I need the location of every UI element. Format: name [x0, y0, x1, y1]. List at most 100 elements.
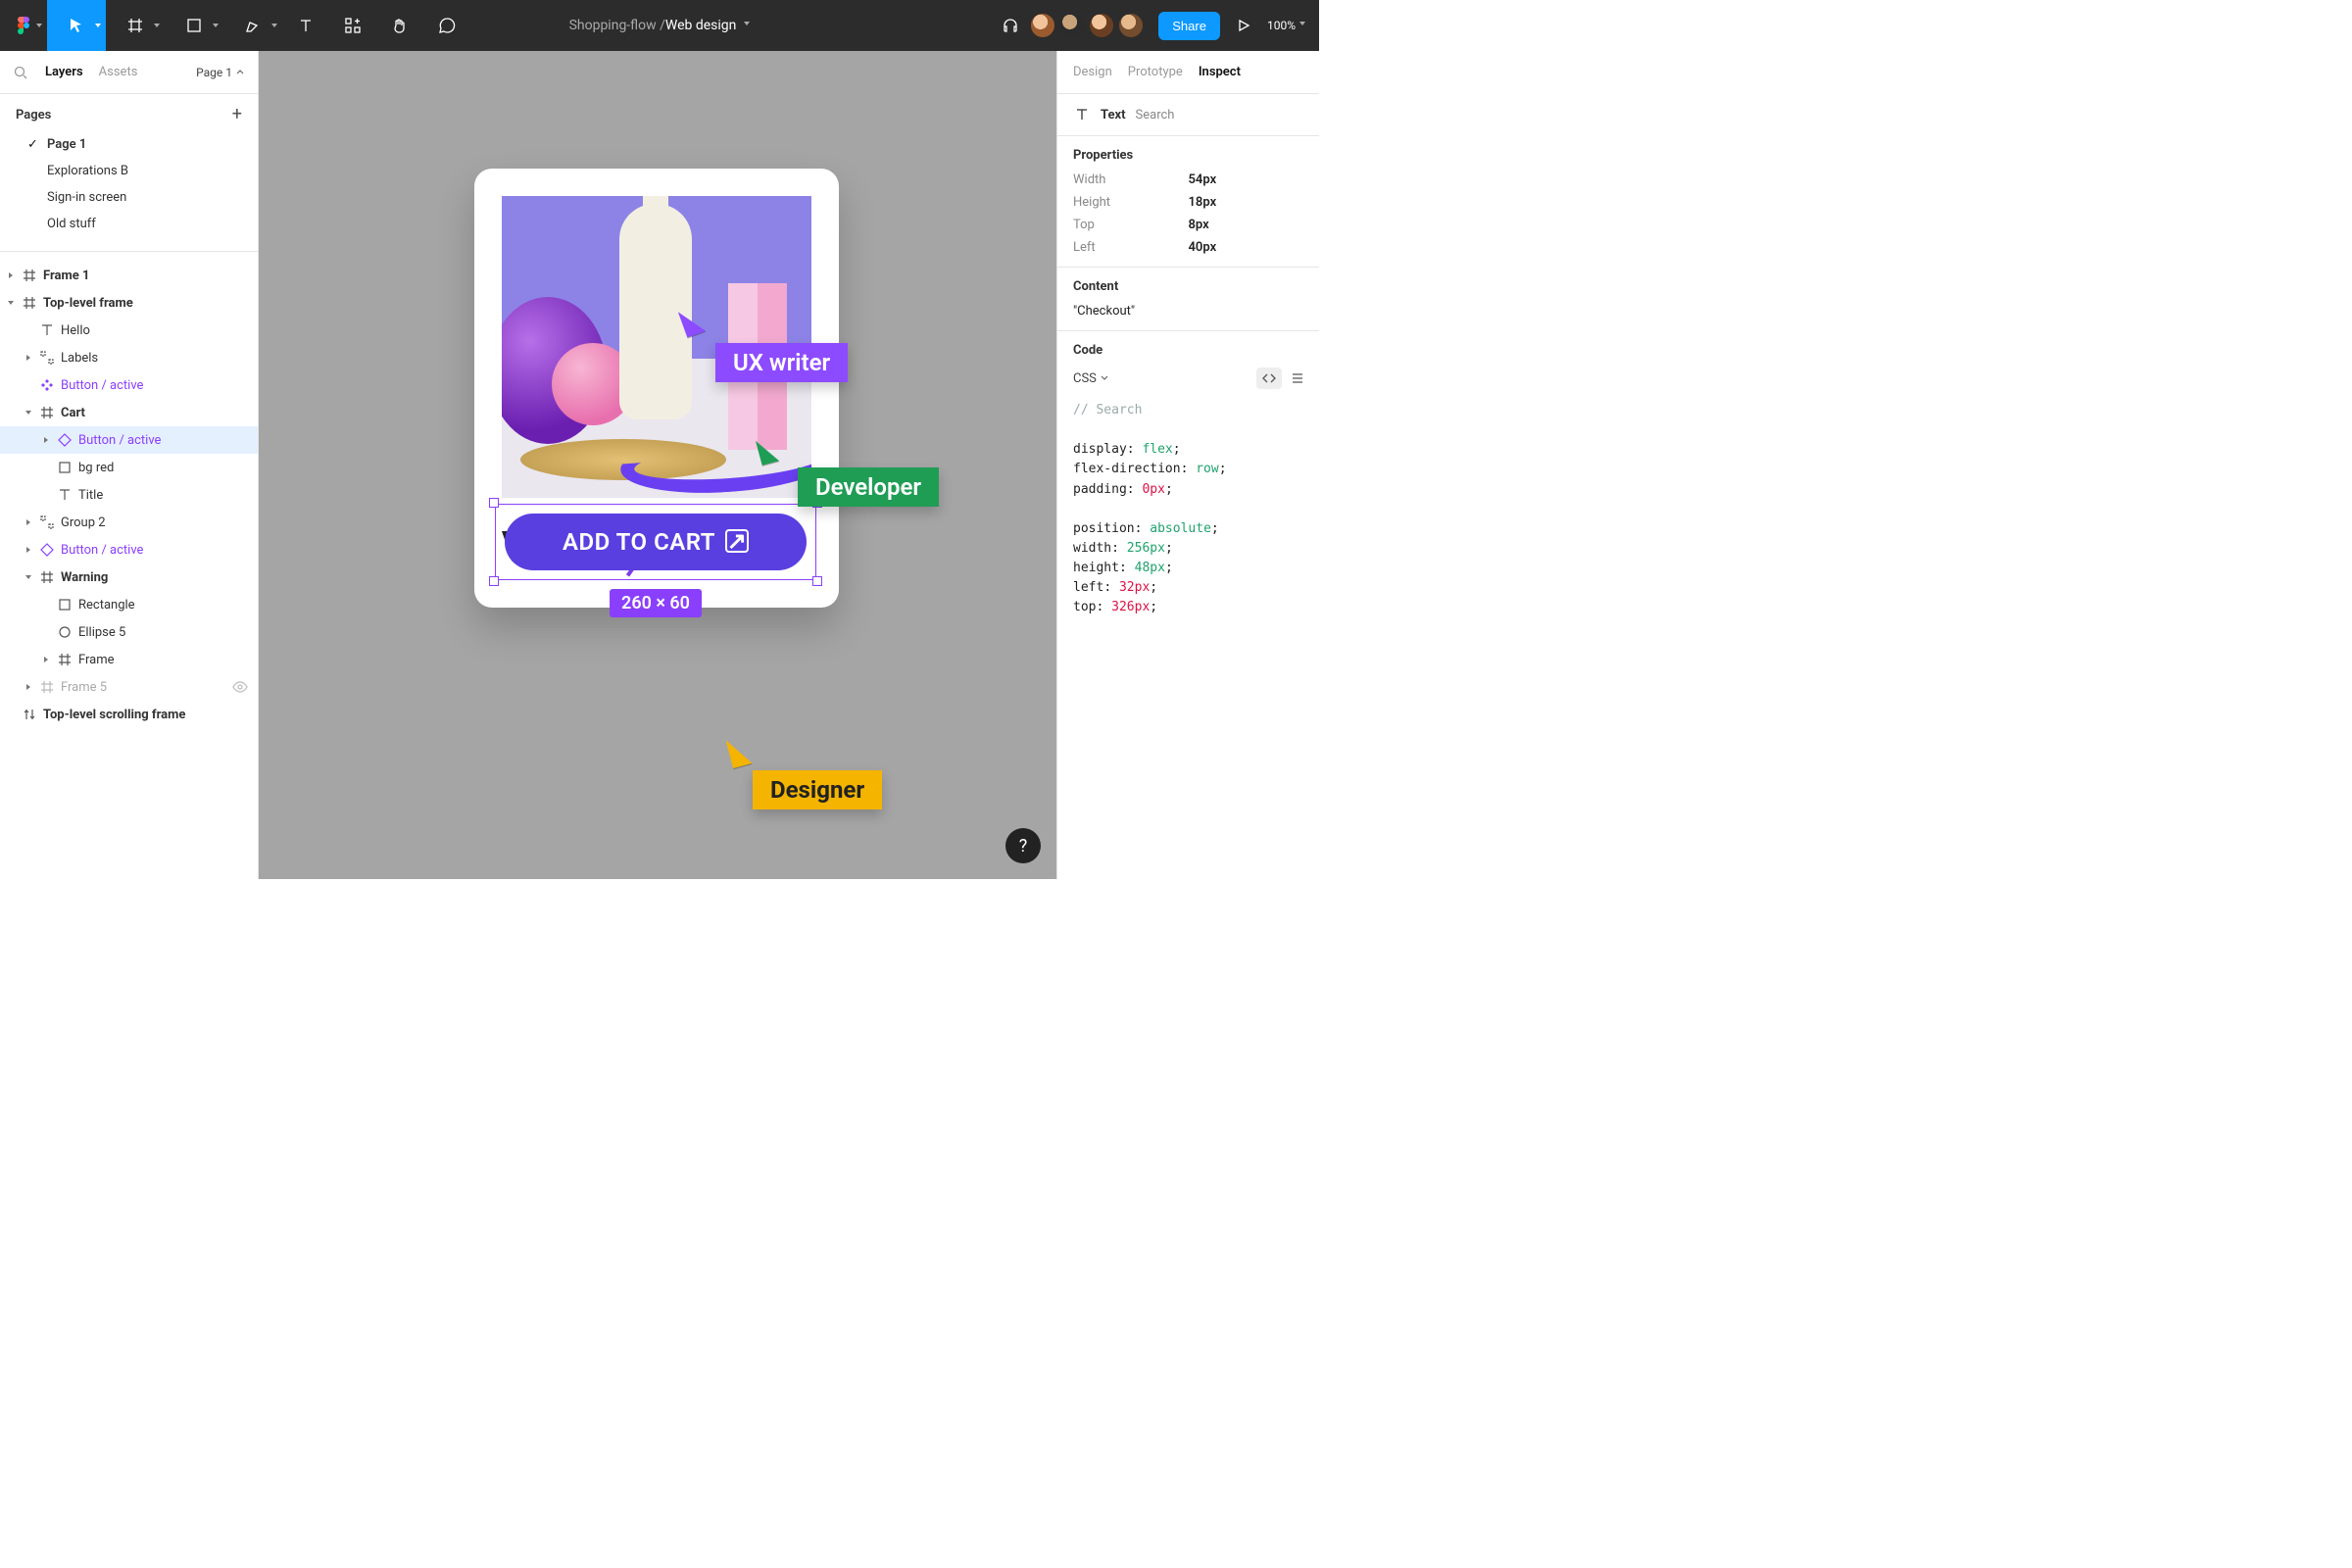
- audio-button[interactable]: [994, 0, 1027, 51]
- layer-row[interactable]: Button / active: [0, 536, 258, 564]
- resize-handle[interactable]: [489, 576, 499, 586]
- disclosure-triangle[interactable]: [24, 353, 33, 363]
- multiplayer-cursor-ux-writer: UX writer: [682, 308, 848, 382]
- prop-value[interactable]: 8px: [1189, 218, 1304, 232]
- right-panel: Design Prototype Inspect Text Search Pro…: [1056, 51, 1319, 879]
- layer-name: Group 2: [61, 515, 248, 530]
- frame-icon: [39, 569, 55, 585]
- pen-tool-button[interactable]: [223, 0, 282, 51]
- disclosure-triangle[interactable]: [24, 408, 33, 417]
- layer-name: Button / active: [61, 378, 248, 393]
- tab-assets[interactable]: Assets: [99, 65, 138, 79]
- chevron-down-icon: [744, 22, 750, 25]
- prop-value[interactable]: 54px: [1189, 172, 1304, 187]
- page-selector[interactable]: Page 1: [196, 66, 244, 79]
- disclosure-triangle[interactable]: [24, 572, 33, 582]
- visibility-icon[interactable]: [232, 681, 248, 693]
- disclosure-triangle[interactable]: [24, 517, 33, 527]
- tab-inspect[interactable]: Inspect: [1199, 65, 1241, 79]
- list-icon: [1290, 372, 1303, 384]
- code-lang-selector[interactable]: CSS: [1073, 371, 1108, 386]
- avatar[interactable]: [1117, 12, 1145, 39]
- question-icon: ?: [1019, 836, 1028, 857]
- search-icon[interactable]: [14, 66, 27, 79]
- disclosure-triangle[interactable]: [6, 270, 16, 280]
- page-item[interactable]: Old stuff: [0, 211, 258, 237]
- text-section: Text Search: [1057, 94, 1319, 136]
- layer-name: Ellipse 5: [78, 625, 248, 640]
- disclosure-triangle[interactable]: [24, 682, 33, 692]
- add-page-button[interactable]: +: [232, 106, 242, 123]
- tab-prototype[interactable]: Prototype: [1128, 65, 1183, 79]
- selection-bounds[interactable]: ADD TO CART ↗ 260 × 60: [487, 496, 824, 588]
- layer-row[interactable]: Cart: [0, 399, 258, 426]
- layer-row[interactable]: Title: [0, 481, 258, 509]
- layer-row[interactable]: bg red: [0, 454, 258, 481]
- frame-tool-button[interactable]: [106, 0, 165, 51]
- page-name: Page 1: [47, 137, 86, 152]
- chevron-down-icon: [1299, 22, 1305, 25]
- resize-handle[interactable]: [812, 576, 822, 586]
- avatar[interactable]: [1029, 12, 1056, 39]
- page-selector-label: Page 1: [196, 66, 232, 79]
- avatar[interactable]: [1088, 12, 1115, 39]
- comment-tool-button[interactable]: [423, 0, 470, 51]
- disclosure-triangle[interactable]: [24, 545, 33, 555]
- add-to-cart-button[interactable]: ADD TO CART ↗: [505, 514, 807, 570]
- share-button[interactable]: Share: [1158, 12, 1220, 40]
- comment-icon: [438, 17, 456, 34]
- cursor-icon: [725, 735, 752, 768]
- layer-row[interactable]: Button / active: [0, 426, 258, 454]
- layer-row[interactable]: Warning: [0, 564, 258, 591]
- move-tool-button[interactable]: [47, 0, 106, 51]
- text-tool-button[interactable]: [282, 0, 329, 51]
- hand-tool-button[interactable]: [376, 0, 423, 51]
- disclosure-triangle: [6, 710, 16, 719]
- layer-row[interactable]: Frame 1: [0, 262, 258, 289]
- cursor-icon: [756, 436, 779, 466]
- layer-row[interactable]: Frame 5: [0, 673, 258, 701]
- zoom-control[interactable]: 100%: [1267, 19, 1305, 32]
- layer-row[interactable]: Group 2: [0, 509, 258, 536]
- page-item[interactable]: Sign-in screen: [0, 184, 258, 211]
- prop-value[interactable]: 18px: [1189, 195, 1304, 210]
- layer-row[interactable]: Top-level frame: [0, 289, 258, 317]
- prop-value[interactable]: 40px: [1189, 240, 1304, 255]
- resources-button[interactable]: [329, 0, 376, 51]
- code-icon: [1262, 372, 1276, 384]
- left-panel-tabs: Layers Assets Page 1: [0, 51, 258, 94]
- multiplayer-cursor-designer: Designer: [729, 737, 882, 809]
- avatar[interactable]: [1058, 12, 1086, 39]
- code-lang-label: CSS: [1073, 371, 1097, 386]
- instance-icon: [57, 432, 73, 448]
- code-settings-button[interactable]: [1290, 372, 1303, 384]
- layer-row[interactable]: Top-level scrolling frame: [0, 701, 258, 728]
- figma-menu-button[interactable]: [0, 0, 47, 51]
- tab-design[interactable]: Design: [1073, 65, 1112, 79]
- layer-row[interactable]: Button / active: [0, 371, 258, 399]
- play-icon: [1237, 19, 1250, 32]
- content-value[interactable]: "Checkout": [1073, 304, 1303, 318]
- resize-handle[interactable]: [489, 498, 499, 508]
- rect-icon: [57, 597, 73, 612]
- layer-row[interactable]: Rectangle: [0, 591, 258, 618]
- frame-icon: [57, 652, 73, 667]
- tab-layers[interactable]: Layers: [45, 65, 83, 79]
- frame-icon: [39, 405, 55, 420]
- layer-row[interactable]: Frame: [0, 646, 258, 673]
- shape-tool-button[interactable]: [165, 0, 223, 51]
- page-item[interactable]: ✓Page 1: [0, 131, 258, 158]
- code-view-button[interactable]: [1256, 368, 1282, 389]
- help-button[interactable]: ?: [1005, 828, 1041, 863]
- layer-row[interactable]: Ellipse 5: [0, 618, 258, 646]
- present-button[interactable]: [1226, 8, 1261, 43]
- code-block[interactable]: // Search display: flex; flex-direction:…: [1073, 401, 1303, 618]
- disclosure-triangle[interactable]: [41, 655, 51, 664]
- group-icon: [39, 350, 55, 366]
- disclosure-triangle[interactable]: [41, 435, 51, 445]
- layer-row[interactable]: Labels: [0, 344, 258, 371]
- disclosure-triangle[interactable]: [6, 298, 16, 308]
- layer-row[interactable]: Hello: [0, 317, 258, 344]
- canvas[interactable]: Vase $29.99 ADD TO CART ↗ 260 × 60 UX wr…: [259, 51, 1056, 879]
- page-item[interactable]: Explorations B: [0, 158, 258, 184]
